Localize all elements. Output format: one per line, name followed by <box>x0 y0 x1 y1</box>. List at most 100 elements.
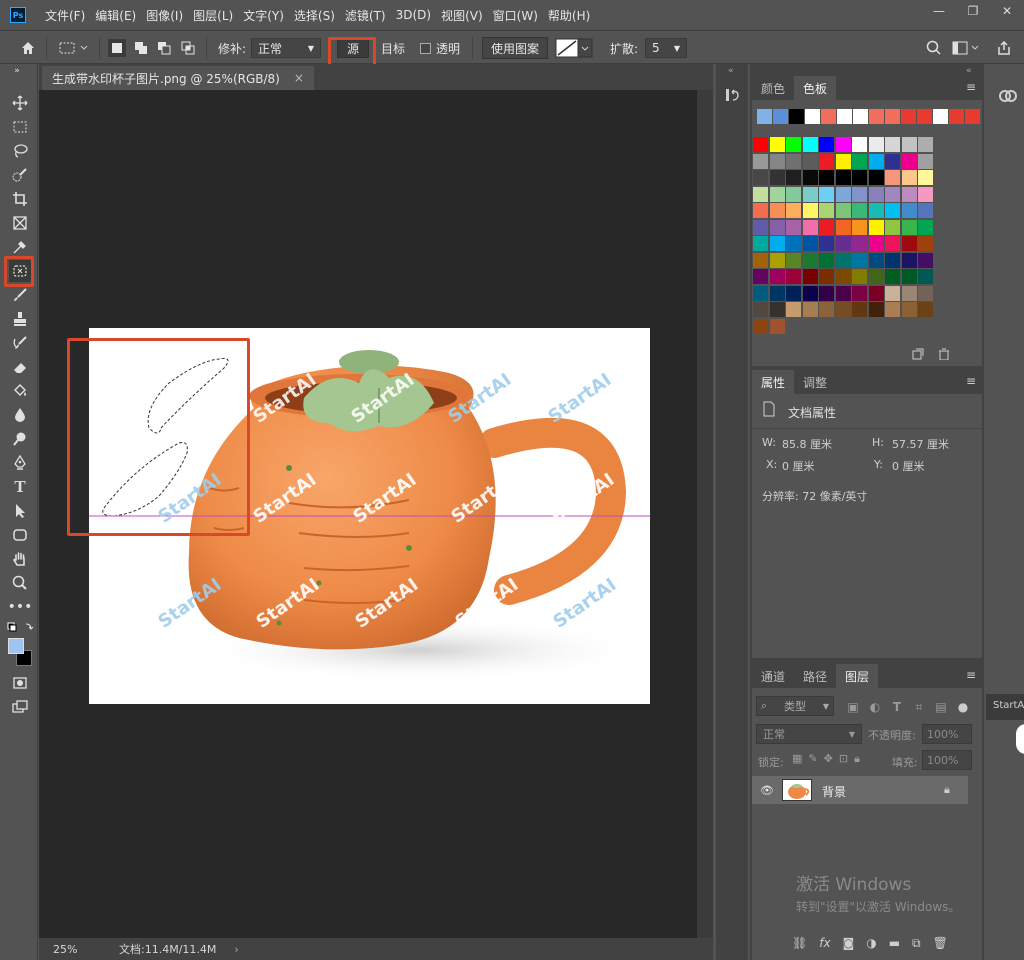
recent-swatch[interactable] <box>757 109 772 124</box>
color-swatch[interactable] <box>835 219 851 235</box>
color-swatch[interactable] <box>819 153 834 169</box>
brush-tool-icon[interactable] <box>9 284 31 306</box>
menu-select[interactable]: 选择(S) <box>289 7 340 24</box>
color-swatch[interactable] <box>819 186 834 202</box>
menu-help[interactable]: 帮助(H) <box>543 7 595 24</box>
color-swatch[interactable] <box>786 252 801 268</box>
color-swatch[interactable] <box>852 219 867 235</box>
transparent-checkbox[interactable] <box>420 42 431 54</box>
color-swatch[interactable] <box>901 269 917 284</box>
close-tab-icon[interactable]: × <box>294 71 304 85</box>
color-swatch[interactable] <box>819 302 834 317</box>
color-swatch[interactable] <box>753 186 768 202</box>
recent-swatch[interactable] <box>773 109 788 124</box>
foreground-color-swatch[interactable] <box>8 638 24 654</box>
zoom-level[interactable]: 25% <box>53 943 113 956</box>
paint-bucket-tool-icon[interactable] <box>9 380 31 402</box>
recent-swatch[interactable] <box>837 109 852 124</box>
color-swatch[interactable] <box>901 219 917 235</box>
canvas-area[interactable]: StartAI StartAI StartAI StartAI StartAI … <box>39 90 697 938</box>
vertical-scrollbar[interactable] <box>697 90 713 938</box>
color-swatch[interactable] <box>868 186 884 202</box>
color-swatch[interactable] <box>769 153 785 169</box>
color-swatch[interactable] <box>918 153 933 169</box>
blend-mode-select[interactable]: 正常 ▼ <box>756 724 862 744</box>
color-swatch[interactable] <box>901 252 917 268</box>
color-swatch[interactable] <box>753 153 768 169</box>
quick-mask-icon[interactable] <box>9 672 31 694</box>
filter-adjustment-icon[interactable]: ◐ <box>866 696 884 718</box>
color-swatch[interactable] <box>901 285 917 301</box>
layer-row[interactable]: 👁︎ 背景 🔒︎ <box>752 776 968 804</box>
color-swatch[interactable] <box>769 285 785 301</box>
color-swatch[interactable] <box>819 219 834 235</box>
color-swatch[interactable] <box>835 186 851 202</box>
color-swatch[interactable] <box>786 236 801 251</box>
menu-edit[interactable]: 编辑(E) <box>90 7 141 24</box>
chevron-right-icon[interactable]: › <box>234 943 238 956</box>
color-swatch[interactable] <box>918 302 933 317</box>
color-swatch[interactable] <box>868 219 884 235</box>
color-swatch[interactable] <box>769 252 785 268</box>
color-swatch[interactable] <box>901 137 917 152</box>
color-swatch[interactable] <box>918 285 933 301</box>
color-swatch[interactable] <box>835 302 851 317</box>
color-swatch[interactable] <box>918 137 933 152</box>
color-swatch[interactable] <box>769 186 785 202</box>
color-swatch[interactable] <box>819 269 834 284</box>
tab-channels[interactable]: 通道 <box>752 664 794 688</box>
color-swatch[interactable] <box>769 236 785 251</box>
color-swatch[interactable] <box>819 285 834 301</box>
color-swatch[interactable] <box>901 203 917 218</box>
color-swatch[interactable] <box>769 203 785 218</box>
color-swatch[interactable] <box>885 186 900 202</box>
lasso-tool-icon[interactable] <box>9 140 31 162</box>
close-window-button[interactable]: ✕ <box>990 0 1024 22</box>
color-swatch[interactable] <box>802 186 818 202</box>
recent-swatch[interactable] <box>933 109 948 124</box>
dodge-tool-icon[interactable] <box>9 428 31 450</box>
quick-selection-tool-icon[interactable] <box>9 164 31 186</box>
lock-paint-icon[interactable]: ✎ <box>808 752 817 766</box>
workspace-icon[interactable] <box>952 37 982 59</box>
floating-widget[interactable] <box>1016 724 1024 754</box>
frame-tool-icon[interactable] <box>9 212 31 234</box>
color-swatch[interactable] <box>819 252 834 268</box>
target-button[interactable]: 目标 <box>376 38 410 58</box>
collapse-icon[interactable]: » <box>6 66 28 76</box>
filter-smart-object-icon[interactable]: ▤ <box>932 696 950 718</box>
minimize-button[interactable]: — <box>922 0 956 22</box>
color-swatch[interactable] <box>835 252 851 268</box>
screen-mode-icon[interactable] <box>9 696 31 718</box>
filter-shape-icon[interactable]: ⌗ <box>910 696 928 718</box>
menu-window[interactable]: 窗口(W) <box>488 7 543 24</box>
color-swatch[interactable] <box>786 219 801 235</box>
menu-file[interactable]: 文件(F) <box>40 7 90 24</box>
panel-menu-icon[interactable]: ≡ <box>966 374 976 388</box>
color-swatch[interactable] <box>786 269 801 284</box>
color-swatch[interactable] <box>885 153 900 169</box>
patch-mode-select[interactable]: 正常 ▼ <box>251 38 321 58</box>
color-swatch[interactable] <box>868 203 884 218</box>
menu-3d[interactable]: 3D(D) <box>391 8 436 22</box>
recent-swatch[interactable] <box>885 109 900 124</box>
hand-tool-icon[interactable] <box>9 548 31 570</box>
color-swatch[interactable] <box>786 153 801 169</box>
tab-layers[interactable]: 图层 <box>836 664 879 688</box>
color-swatch[interactable] <box>885 170 900 185</box>
clone-stamp-tool-icon[interactable] <box>9 308 31 330</box>
color-swatch[interactable] <box>802 236 818 251</box>
color-swatch[interactable] <box>819 170 834 185</box>
eraser-tool-icon[interactable] <box>9 356 31 378</box>
color-swatch[interactable] <box>802 203 818 218</box>
color-swatch[interactable] <box>918 186 933 202</box>
color-swatch[interactable] <box>802 219 818 235</box>
menu-image[interactable]: 图像(I) <box>141 7 188 24</box>
path-selection-tool-icon[interactable] <box>9 500 31 522</box>
color-swatch[interactable] <box>852 186 867 202</box>
crop-tool-icon[interactable] <box>9 188 31 210</box>
y-value[interactable]: 0 厘米 <box>892 458 925 474</box>
color-swatch[interactable] <box>753 219 768 235</box>
recent-swatch[interactable] <box>805 109 820 124</box>
trash-icon[interactable] <box>938 348 950 363</box>
